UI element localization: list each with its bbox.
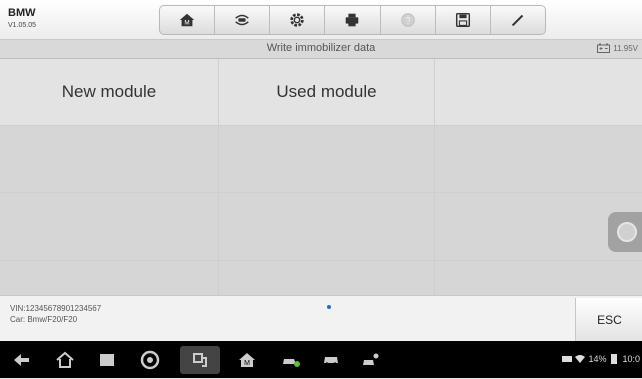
new-module-label: New module (61, 82, 157, 101)
vehicle-info-bar: VIN:12345678901234567 Car: Bmw/F20/F20 E… (0, 295, 642, 342)
page-title: Write immobilizer data (266, 42, 376, 54)
vehicle-swap-button[interactable] (215, 6, 271, 34)
clock: 10:0 (622, 354, 640, 364)
printer-icon (346, 13, 359, 27)
assistive-touch-button[interactable] (608, 212, 642, 252)
back-button[interactable] (12, 350, 32, 370)
wifi-icon (575, 355, 586, 363)
grid-cell-empty (219, 126, 434, 192)
car-person-icon (363, 353, 379, 365)
grid-cell-empty (0, 261, 218, 298)
back-arrow-icon (14, 354, 29, 366)
recent-apps-icon (100, 354, 114, 366)
grid-cell-empty (435, 126, 642, 192)
edit-button[interactable] (491, 6, 545, 34)
battery-voltage: 11.95V (597, 43, 638, 53)
svg-text:?: ? (405, 16, 410, 26)
home-button[interactable]: M (160, 6, 216, 34)
nav-home-button[interactable] (55, 350, 75, 370)
grid-cell-empty (435, 261, 642, 298)
home-icon (56, 351, 74, 368)
chrome-icon (140, 350, 160, 370)
esc-button[interactable]: ESC (575, 298, 642, 342)
service-button[interactable] (281, 350, 301, 370)
help-button[interactable]: ? (381, 6, 436, 34)
function-grid: New module Used module (0, 59, 642, 298)
android-nav-bar: M 14% 10:0 (0, 341, 642, 378)
pen-icon (511, 14, 524, 27)
vci-connect-button[interactable] (180, 346, 220, 374)
car-battery-icon (597, 43, 611, 53)
grid-cell-empty (0, 126, 218, 192)
svg-text:M: M (244, 360, 250, 367)
used-module-label: Used module (276, 82, 377, 101)
app-version: V1.05.05 (8, 22, 37, 29)
new-module-button[interactable]: New module (0, 59, 218, 125)
save-icon (455, 12, 470, 28)
battery-level: 14% (588, 354, 607, 364)
grid-cell-empty (219, 193, 434, 260)
remote-expert-button[interactable] (361, 350, 381, 370)
page-indicator (327, 305, 331, 309)
home-icon: M (179, 13, 195, 27)
svg-text:M: M (184, 20, 189, 27)
battery-icon (611, 354, 618, 364)
top-toolbar: BMW V1.05.05 M ? (0, 0, 642, 40)
vehicle-swap-icon (235, 14, 249, 26)
recent-apps-button[interactable] (97, 350, 117, 370)
help-icon: ? (400, 13, 415, 27)
used-module-button[interactable]: Used module (219, 59, 434, 125)
browser-button[interactable] (140, 350, 160, 370)
toolbar-buttons: M ? (159, 5, 546, 35)
nav-diagnostics-home-button[interactable]: M (237, 350, 257, 370)
settings-button[interactable] (270, 6, 326, 34)
grid-cell-empty (219, 261, 434, 298)
voltage-value: 11.95V (613, 43, 638, 53)
vin-text: VIN:12345678901234567 (10, 304, 102, 313)
car-icon (324, 357, 338, 366)
vehicle-button[interactable] (321, 350, 341, 370)
grid-cell-empty (435, 59, 642, 125)
car-service-icon (283, 359, 300, 367)
car-text: Car: Bmw/F20/F20 (10, 315, 78, 324)
grid-cell-empty (0, 193, 218, 260)
settings-gear-icon (290, 13, 305, 27)
app-name: BMW (8, 7, 36, 19)
status-tray: 14% 10:0 (562, 354, 640, 364)
save-button[interactable] (436, 6, 491, 34)
vci-connect-icon (193, 353, 207, 367)
print-button[interactable] (325, 6, 381, 34)
message-icon (562, 356, 573, 362)
title-bar: Write immobilizer data 11.95V (0, 40, 642, 59)
diagnostics-home-icon: M (239, 353, 255, 367)
